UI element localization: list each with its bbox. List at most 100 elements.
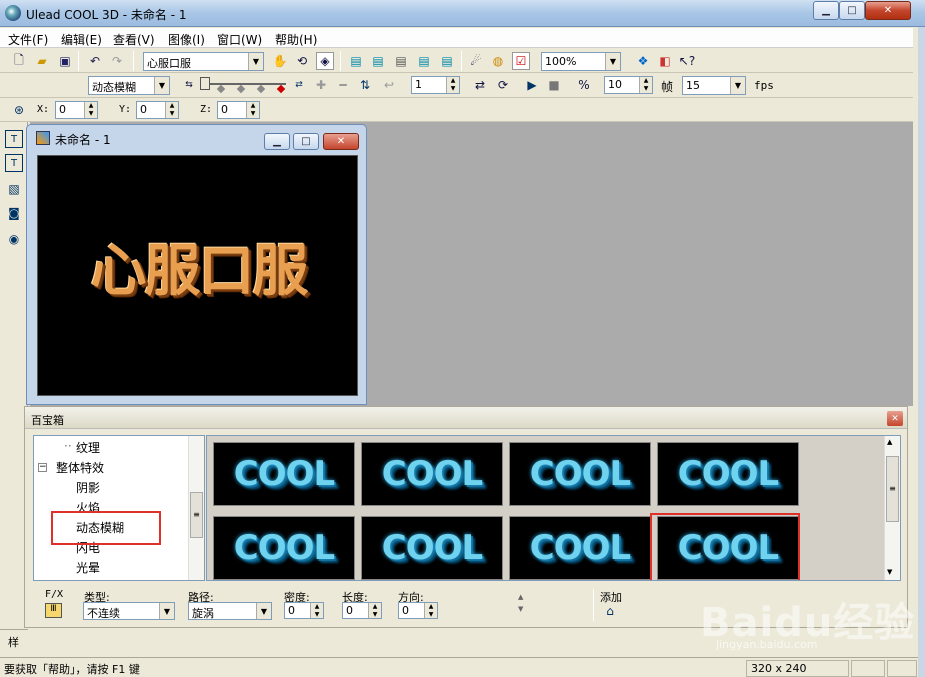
thumbnail-4[interactable]: COOL — [657, 442, 799, 506]
paint-icon[interactable]: ❖ — [634, 52, 652, 70]
direction-field[interactable]: 0 ▲ ▼ — [398, 602, 438, 619]
rotate-icon[interactable]: ⟲ — [293, 52, 311, 70]
fps-label: fps — [754, 79, 774, 92]
close-button[interactable]: ✕ — [865, 1, 911, 20]
fps-dropdown[interactable]: 15 ▼ — [682, 76, 746, 95]
zoom-dropdown[interactable]: 100% ▼ — [541, 52, 621, 71]
thumbnail-3[interactable]: COOL — [509, 442, 651, 506]
palette-close-button[interactable]: ✕ — [887, 411, 903, 426]
insert-text-icon[interactable]: T — [5, 130, 23, 148]
render-canvas[interactable]: 心服口服 — [37, 155, 358, 396]
remove-keyframe-icon[interactable]: ━ — [334, 76, 352, 94]
tree-scrollbar[interactable]: ≡ — [188, 436, 204, 580]
tree-item-glow[interactable]: 光晕 — [76, 559, 100, 576]
menu-window[interactable]: 窗口(W) — [217, 31, 262, 48]
keyframe-arrows-icon[interactable]: ⇄ — [290, 76, 308, 94]
front-view-icon[interactable]: ▤ — [347, 52, 365, 70]
thumbnail-2[interactable]: COOL — [361, 442, 503, 506]
menu-edit[interactable]: 编辑(E) — [61, 31, 102, 48]
spin-buttons[interactable]: ▲ ▼ — [165, 102, 178, 118]
tree-collapse-icon[interactable]: − — [38, 463, 47, 472]
z-field[interactable]: 0 ▲ ▼ — [217, 101, 260, 119]
thumbnail-7[interactable]: COOL — [509, 516, 651, 580]
add-effect-icon[interactable]: ⌂ — [601, 602, 619, 619]
thumbnail-6[interactable]: COOL — [361, 516, 503, 580]
top-view-icon[interactable]: ▤ — [415, 52, 433, 70]
spin-buttons[interactable]: ▲ ▼ — [246, 102, 259, 118]
doc-maximize-button[interactable]: □ — [293, 133, 319, 150]
y-field[interactable]: 0 ▲ ▼ — [136, 101, 179, 119]
menu-view[interactable]: 查看(V) — [113, 31, 155, 48]
pan-hand-icon[interactable]: ✋ — [271, 52, 289, 70]
spin-buttons[interactable]: ▲ ▼ — [368, 603, 381, 618]
spin-buttons[interactable]: ▲ ▼ — [639, 77, 652, 93]
current-frame-field[interactable]: 1 ▲ ▼ — [411, 76, 460, 94]
spin-buttons[interactable]: ▲ ▼ — [446, 77, 459, 93]
object-select-dropdown[interactable]: 心服口服 ▼ — [143, 52, 264, 71]
thumbnail-1[interactable]: COOL — [213, 442, 355, 506]
timeline-slider[interactable] — [200, 77, 286, 94]
reverse-icon[interactable]: ⇅ — [356, 76, 374, 94]
doc-close-button[interactable]: ✕ — [323, 133, 359, 150]
menu-image[interactable]: 图像(I) — [168, 31, 205, 48]
density-field[interactable]: 0 ▲ ▼ — [284, 602, 324, 619]
x-field[interactable]: 0 ▲ ▼ — [55, 101, 98, 119]
maximize-button[interactable]: □ — [839, 1, 865, 20]
pingpong-icon[interactable]: ⟳ — [494, 76, 512, 94]
side-view-icon[interactable]: ▤ — [392, 52, 410, 70]
direction-value: 0 — [402, 604, 409, 617]
percent-icon[interactable]: % — [575, 76, 593, 94]
zoom-value: 100% — [545, 55, 577, 68]
frame-count-field[interactable]: 10 ▲ ▼ — [604, 76, 653, 94]
redo-icon[interactable]: ↷ — [108, 52, 126, 70]
add-keyframe-icon[interactable]: ✚ — [312, 76, 330, 94]
thumbnail-text: COOL — [233, 454, 335, 494]
move-object-icon[interactable]: ⊛ — [10, 101, 28, 119]
context-help-icon[interactable]: ↖? — [678, 52, 696, 70]
save-icon[interactable]: ▣ — [56, 52, 74, 70]
loop-icon[interactable]: ⇄ — [471, 76, 489, 94]
back-view-icon[interactable]: ▤ — [369, 52, 387, 70]
type-dropdown[interactable]: 不连续 ▼ — [83, 602, 175, 620]
canvas-3d-text: 心服口服 — [90, 239, 309, 304]
stop-icon[interactable]: ■ — [545, 76, 563, 94]
spin-buttons[interactable]: ▲ ▼ — [424, 603, 437, 618]
open-folder-icon[interactable]: ▰ — [33, 52, 51, 70]
path-dropdown[interactable]: 旋涡 ▼ — [188, 602, 272, 620]
undo-icon[interactable]: ↶ — [86, 52, 104, 70]
edit-graphic-icon[interactable]: ◙ — [5, 204, 23, 222]
light-icon[interactable]: ☄ — [467, 52, 485, 70]
check-icon[interactable]: ☑ — [512, 52, 530, 70]
play-icon[interactable]: ▶ — [523, 76, 541, 94]
effect-tree: ·· 纹理 − 整体特效 阴影 火焰 动态模糊 闪电 光晕 ≡ — [33, 435, 205, 581]
doc-minimize-button[interactable]: ▁ — [264, 133, 290, 150]
menu-file[interactable]: 文件(F) — [8, 31, 48, 48]
fit-icon[interactable]: ◈ — [316, 52, 334, 70]
tree-item-global-effects[interactable]: 整体特效 — [56, 459, 104, 476]
insert-graphic-icon[interactable]: ▧ — [5, 180, 23, 198]
keyframe-nav-icon[interactable]: ⇆ — [180, 76, 198, 94]
spin-buttons[interactable]: ▲ ▼ — [310, 603, 323, 618]
effect-type-dropdown[interactable]: 动态模糊 ▼ — [88, 76, 170, 95]
x-value: 0 — [59, 103, 66, 116]
minimize-button[interactable]: ▁ — [813, 1, 839, 20]
type-value: 不连续 — [87, 607, 120, 620]
new-file-icon[interactable]: 🗋 — [10, 52, 28, 70]
length-field[interactable]: 0 ▲ ▼ — [342, 602, 382, 619]
thumbnail-text: COOL — [677, 454, 779, 494]
thumbnail-5[interactable]: COOL — [213, 516, 355, 580]
tree-item-texture[interactable]: 纹理 — [76, 439, 100, 456]
palette-icon[interactable]: ◧ — [656, 52, 674, 70]
thumbnail-text: COOL — [381, 454, 483, 494]
thumbnail-scrollbar[interactable]: ▲ ≡ ▼ — [884, 436, 900, 580]
tree-item-shadow[interactable]: 阴影 — [76, 479, 100, 496]
property-scroll-arrows[interactable]: ▲ ▼ — [518, 591, 523, 615]
edit-text-icon[interactable]: T — [5, 154, 23, 172]
fx-toggle-icon[interactable]: Ⅲ — [45, 603, 62, 618]
menu-help[interactable]: 帮助(H) — [275, 31, 317, 48]
spin-buttons[interactable]: ▲ ▼ — [84, 102, 97, 118]
globe-icon[interactable]: ◍ — [489, 52, 507, 70]
loop-disabled-icon[interactable]: ↩ — [380, 76, 398, 94]
bottom-view-icon[interactable]: ▤ — [438, 52, 456, 70]
geometry-icon[interactable]: ◉ — [5, 230, 23, 248]
